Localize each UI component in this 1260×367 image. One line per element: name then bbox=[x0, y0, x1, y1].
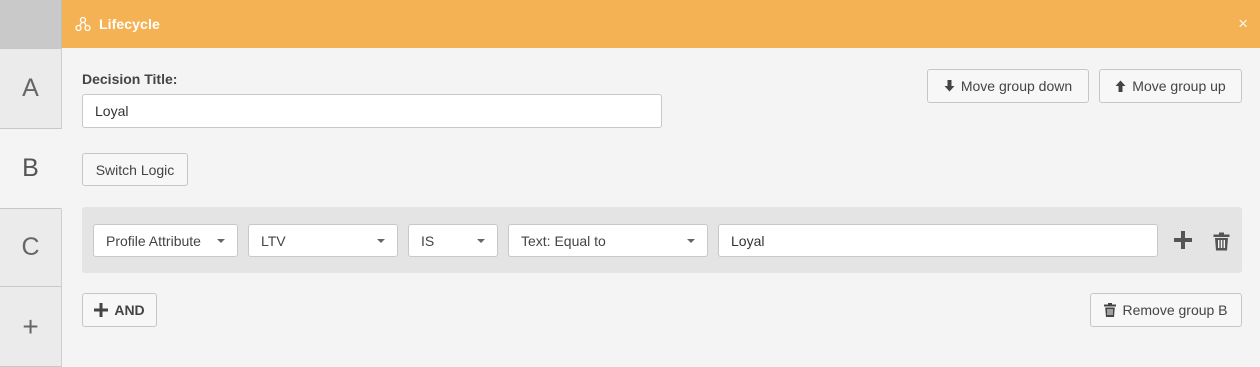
add-group-tab[interactable]: + bbox=[0, 287, 62, 367]
move-group-down-button[interactable]: Move group down bbox=[927, 69, 1089, 103]
rule-type-value: Profile Attribute bbox=[106, 232, 201, 249]
and-label: AND bbox=[114, 302, 145, 318]
move-group-down-label: Move group down bbox=[960, 78, 1073, 94]
rule-value-input[interactable]: Loyal bbox=[718, 224, 1158, 257]
move-group-up-button[interactable]: Move group up bbox=[1099, 69, 1242, 103]
add-condition-plus-icon[interactable] bbox=[1172, 229, 1194, 251]
arrow-up-icon bbox=[1115, 80, 1126, 92]
tab-group-b[interactable]: B bbox=[0, 129, 62, 209]
switch-logic-button[interactable]: Switch Logic bbox=[82, 153, 188, 186]
rail-top-spacer bbox=[0, 0, 62, 48]
comparison-select[interactable]: Text: Equal to bbox=[508, 224, 708, 257]
move-group-up-label: Move group up bbox=[1132, 78, 1226, 94]
switch-logic-label: Switch Logic bbox=[95, 161, 175, 178]
group-tab-rail: A B C + bbox=[0, 0, 62, 367]
operator-select[interactable]: IS bbox=[408, 224, 498, 257]
caret-down-icon bbox=[687, 239, 695, 243]
tab-label: + bbox=[22, 310, 39, 342]
decision-title-input[interactable]: Loyal bbox=[82, 94, 662, 128]
remove-group-button[interactable]: Remove group B bbox=[1090, 293, 1242, 327]
comparison-value: Text: Equal to bbox=[521, 232, 606, 249]
tab-label: B bbox=[22, 154, 39, 182]
tab-label: C bbox=[21, 233, 40, 261]
panel-header: Lifecycle × bbox=[62, 0, 1260, 48]
caret-down-icon bbox=[377, 239, 385, 243]
remove-group-label: Remove group B bbox=[1122, 302, 1228, 318]
hierarchy-icon bbox=[75, 16, 91, 32]
trash-icon bbox=[1104, 303, 1117, 317]
operator-value: IS bbox=[421, 232, 435, 249]
arrow-down-icon bbox=[944, 80, 955, 92]
panel-title: Lifecycle bbox=[99, 16, 160, 32]
plus-icon bbox=[94, 303, 109, 317]
close-icon[interactable]: × bbox=[1238, 14, 1248, 34]
caret-down-icon bbox=[217, 239, 225, 243]
add-and-condition-button[interactable]: AND bbox=[82, 293, 157, 327]
rule-type-select[interactable]: Profile Attribute bbox=[93, 224, 238, 257]
delete-condition-trash-icon[interactable] bbox=[1213, 232, 1230, 251]
decision-title-label: Decision Title: bbox=[82, 71, 178, 87]
tab-group-c[interactable]: C bbox=[0, 209, 62, 287]
tab-group-a[interactable]: A bbox=[0, 48, 62, 129]
attribute-value: LTV bbox=[261, 232, 286, 249]
attribute-select[interactable]: LTV bbox=[248, 224, 398, 257]
tab-label: A bbox=[22, 74, 39, 102]
caret-down-icon bbox=[477, 239, 485, 243]
